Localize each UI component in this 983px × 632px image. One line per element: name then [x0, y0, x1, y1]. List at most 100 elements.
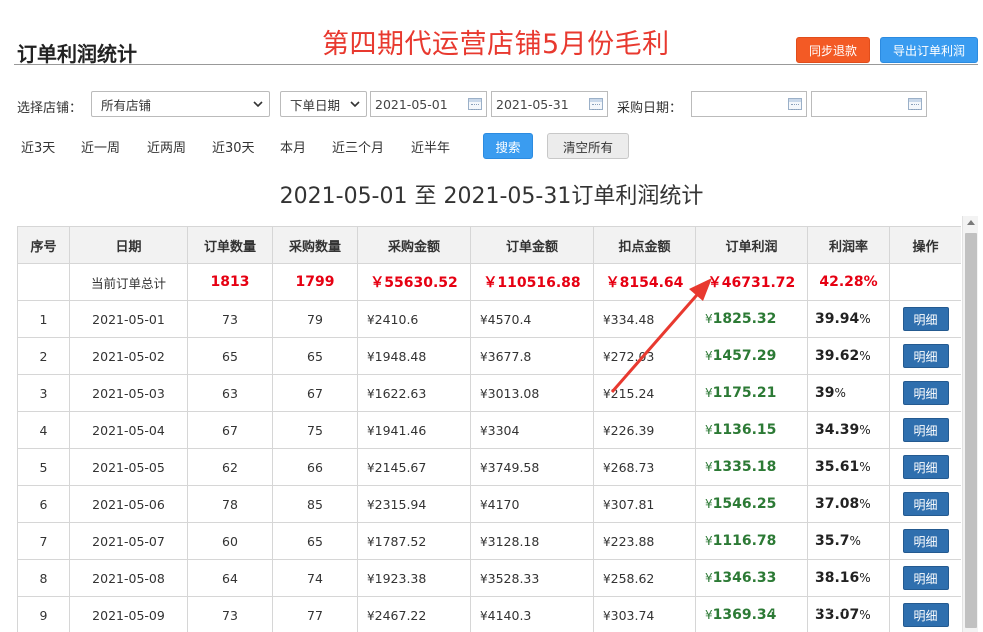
header-rate: 利润率	[807, 226, 890, 264]
row-rate: 38.16	[815, 570, 860, 586]
date-type-select[interactable]: 下单日期	[280, 91, 367, 117]
detail-button[interactable]: 明细	[902, 307, 949, 331]
cell-commission: ¥272.03	[593, 337, 696, 375]
currency-symbol: ¥	[480, 423, 488, 438]
vertical-scrollbar[interactable]	[962, 216, 978, 632]
scroll-thumb[interactable]	[965, 233, 977, 628]
detail-button[interactable]: 明细	[902, 455, 949, 479]
cell-purchase-amount: ¥1622.63	[357, 374, 471, 412]
row-commission: 215.24	[610, 385, 655, 401]
quick-range-this-month[interactable]: 本月	[280, 137, 306, 156]
export-order-profit-button[interactable]: 导出订单利润	[880, 37, 978, 63]
shop-select[interactable]: 所有店铺	[91, 91, 270, 117]
header-purchase-amount: 采购金额	[357, 226, 471, 264]
header-no: 序号	[17, 226, 70, 264]
cell-rate: 38.16%	[807, 559, 890, 597]
calendar-icon[interactable]	[468, 98, 482, 110]
cell-action: 明细	[889, 559, 961, 597]
cell-orders: 63	[187, 374, 273, 412]
sync-refund-button[interactable]: 同步退款	[796, 37, 870, 63]
purchase-start-date-input[interactable]	[691, 91, 807, 117]
row-purchase-amount: 1622.63	[374, 385, 427, 401]
end-date-value: 2021-05-31	[496, 96, 569, 112]
cell-rate: 34.39%	[807, 411, 890, 449]
quick-range-30days[interactable]: 近30天	[212, 137, 255, 156]
totals-commission: ￥8154.64	[593, 263, 696, 301]
cell-order-amount: ¥4570.4	[470, 300, 594, 338]
currency-symbol: ¥	[480, 571, 488, 586]
row-order-amount: 3749.58	[487, 459, 540, 475]
row-rate: 37.08	[815, 496, 860, 512]
table-row: 1 2021-05-01 73 79 ¥2410.6 ¥4570.4 ¥334.48 ¥182…	[17, 300, 961, 338]
cell-commission: ¥268.73	[593, 448, 696, 486]
cell-no: 4	[17, 411, 70, 449]
cell-no: 5	[17, 448, 70, 486]
header-purchases: 采购数量	[272, 226, 358, 264]
quick-range-1week[interactable]: 近一周	[81, 137, 120, 156]
cell-date: 2021-05-05	[69, 448, 188, 486]
currency-symbol: ¥	[367, 423, 375, 438]
row-date: 2021-05-08	[92, 570, 165, 586]
cell-rate: 37.08%	[807, 485, 890, 523]
detail-button[interactable]: 明细	[902, 418, 949, 442]
detail-button[interactable]: 明细	[902, 566, 949, 590]
cell-purchases: 65	[272, 522, 358, 560]
quick-range-2weeks[interactable]: 近两周	[147, 137, 186, 156]
search-button[interactable]: 搜索	[483, 133, 533, 159]
end-date-input[interactable]: 2021-05-31	[491, 91, 608, 117]
cell-orders: 62	[187, 448, 273, 486]
cell-purchase-amount: ¥2467.22	[357, 596, 471, 632]
quick-range-half-year[interactable]: 近半年	[411, 137, 450, 156]
currency-symbol: ¥	[603, 312, 611, 327]
row-order-amount: 3013.08	[487, 385, 540, 401]
row-rate: 35.7	[815, 533, 850, 549]
detail-button[interactable]: 明细	[902, 381, 949, 405]
row-profit: 1346.33	[712, 570, 777, 586]
purchase-end-date-input[interactable]	[811, 91, 927, 117]
cell-action: 明细	[889, 300, 961, 338]
cell-orders: 73	[187, 596, 273, 632]
table-row: 6 2021-05-06 78 85 ¥2315.94 ¥4170 ¥307.81 ¥1546…	[17, 485, 961, 523]
cell-no: 7	[17, 522, 70, 560]
row-orders: 65	[222, 348, 238, 364]
currency-symbol: ¥	[705, 497, 713, 511]
row-purchase-amount: 1787.52	[374, 533, 427, 549]
row-profit: 1825.32	[712, 311, 777, 327]
scroll-up-icon[interactable]	[967, 220, 975, 225]
row-purchase-amount: 1948.48	[374, 348, 427, 364]
row-orders: 73	[222, 607, 238, 623]
quick-range-3days[interactable]: 近3天	[21, 137, 55, 156]
totals-purchases: 1799	[272, 263, 358, 301]
start-date-input[interactable]: 2021-05-01	[370, 91, 487, 117]
cell-orders: 64	[187, 559, 273, 597]
detail-button[interactable]: 明细	[902, 344, 949, 368]
cell-no: 9	[17, 596, 70, 632]
row-profit: 1136.15	[712, 422, 777, 438]
detail-button[interactable]: 明细	[902, 529, 949, 553]
calendar-icon[interactable]	[589, 98, 603, 110]
row-orders: 60	[222, 533, 238, 549]
cell-order-amount: ¥4170	[470, 485, 594, 523]
detail-button[interactable]: 明细	[902, 492, 949, 516]
table-row: 4 2021-05-04 67 75 ¥1941.46 ¥3304 ¥226.39 ¥1136…	[17, 411, 961, 449]
row-rate-percent: %	[859, 571, 871, 585]
cell-profit: ¥1825.32	[695, 300, 808, 338]
cell-date: 2021-05-09	[69, 596, 188, 632]
cell-profit: ¥1175.21	[695, 374, 808, 412]
cell-rate: 35.61%	[807, 448, 890, 486]
cell-rate: 39%	[807, 374, 890, 412]
quick-range-3months[interactable]: 近三个月	[332, 137, 384, 156]
detail-button[interactable]: 明细	[902, 603, 949, 627]
cell-action: 明细	[889, 374, 961, 412]
row-date: 2021-05-09	[92, 607, 165, 623]
shop-label: 选择店铺：	[17, 101, 83, 116]
cell-profit: ¥1457.29	[695, 337, 808, 375]
shop-select-value: 所有店铺	[101, 97, 152, 113]
calendar-icon[interactable]	[788, 98, 802, 110]
totals-purchase-amount: ￥55630.52	[357, 263, 471, 301]
calendar-icon[interactable]	[908, 98, 922, 110]
currency-symbol: ¥	[603, 386, 611, 401]
clear-all-button[interactable]: 清空所有	[547, 133, 629, 159]
totals-no	[17, 263, 70, 301]
cell-purchase-amount: ¥1787.52	[357, 522, 471, 560]
